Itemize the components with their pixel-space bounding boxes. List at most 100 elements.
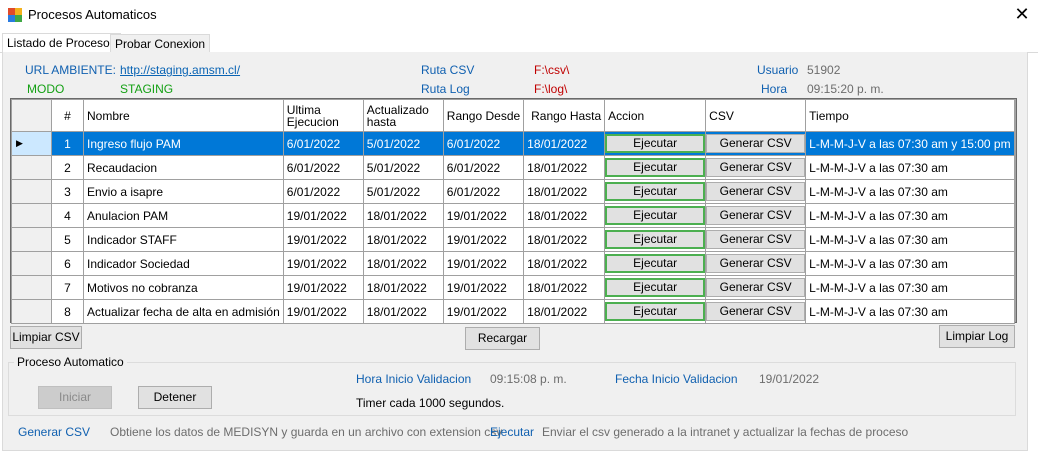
col-header-num[interactable]: # <box>51 99 84 132</box>
tab-probar-conexion[interactable]: Probar Conexion <box>110 34 211 53</box>
cell-tiempo[interactable]: L-M-M-J-V a las 07:30 am <box>805 299 1015 324</box>
row-header-cell[interactable]: ▶ <box>11 131 52 156</box>
col-header-tiempo[interactable]: Tiempo <box>805 99 1015 132</box>
cell-desde[interactable]: 19/01/2022 <box>442 299 525 324</box>
ejecutar-button[interactable]: Ejecutar <box>605 206 705 225</box>
cell-hasta[interactable]: 18/01/2022 <box>523 251 606 276</box>
ejecutar-button[interactable]: Ejecutar <box>605 158 705 177</box>
cell-num[interactable]: 4 <box>51 203 84 228</box>
cell-num[interactable]: 7 <box>51 275 84 300</box>
cell-tiempo[interactable]: L-M-M-J-V a las 07:30 am <box>805 251 1015 276</box>
table-row[interactable]: 5 Indicador STAFF 19/01/2022 18/01/2022 19/0… <box>11 227 1015 252</box>
cell-tiempo[interactable]: L-M-M-J-V a las 07:30 am <box>805 203 1015 228</box>
cell-desde[interactable]: 19/01/2022 <box>442 203 525 228</box>
cell-desde[interactable]: 6/01/2022 <box>442 179 525 204</box>
cell-nombre[interactable]: Anulacion PAM <box>83 203 284 228</box>
cell-hasta[interactable]: 18/01/2022 <box>523 227 606 252</box>
col-header-ultima-ejecucion[interactable]: Ultima Ejecucion <box>282 99 364 132</box>
cell-ultima[interactable]: 19/01/2022 <box>282 227 364 252</box>
iniciar-button[interactable]: Iniciar <box>38 386 112 409</box>
row-header-cell[interactable] <box>11 227 52 252</box>
cell-ultima[interactable]: 6/01/2022 <box>282 155 364 180</box>
cell-tiempo[interactable]: L-M-M-J-V a las 07:30 am <box>805 227 1015 252</box>
limpiar-log-button[interactable]: Limpiar Log <box>939 325 1015 348</box>
cell-hasta[interactable]: 18/01/2022 <box>523 131 606 156</box>
cell-num[interactable]: 3 <box>51 179 84 204</box>
ejecutar-button[interactable]: Ejecutar <box>605 182 705 201</box>
cell-desde[interactable]: 19/01/2022 <box>442 227 525 252</box>
cell-actualizado[interactable]: 18/01/2022 <box>362 227 444 252</box>
generar-csv-button[interactable]: Generar CSV <box>706 134 805 153</box>
cell-actualizado[interactable]: 5/01/2022 <box>362 131 444 156</box>
generar-csv-button[interactable]: Generar CSV <box>706 278 805 297</box>
cell-ultima[interactable]: 19/01/2022 <box>282 251 364 276</box>
table-row[interactable]: 8 Actualizar fecha de alta en admisión 19/… <box>11 299 1015 324</box>
cell-actualizado[interactable]: 18/01/2022 <box>362 275 444 300</box>
generar-csv-button[interactable]: Generar CSV <box>706 230 805 249</box>
close-icon[interactable]: ✕ <box>1012 4 1032 24</box>
cell-hasta[interactable]: 18/01/2022 <box>523 179 606 204</box>
cell-actualizado[interactable]: 5/01/2022 <box>362 155 444 180</box>
table-row[interactable]: ▶ 1 Ingreso flujo PAM 6/01/2022 5/01/2022 6/0… <box>11 131 1015 156</box>
cell-desde[interactable]: 6/01/2022 <box>442 155 525 180</box>
cell-num[interactable]: 1 <box>51 131 84 156</box>
cell-actualizado[interactable]: 18/01/2022 <box>362 299 444 324</box>
table-row[interactable]: 4 Anulacion PAM 19/01/2022 18/01/2022 19/01/… <box>11 203 1015 228</box>
row-header-cell[interactable] <box>11 155 52 180</box>
table-row[interactable]: 6 Indicador Sociedad 19/01/2022 18/01/2022 1… <box>11 251 1015 276</box>
cell-ultima[interactable]: 19/01/2022 <box>282 299 364 324</box>
generar-csv-button[interactable]: Generar CSV <box>706 206 805 225</box>
row-header-cell[interactable] <box>11 203 52 228</box>
cell-tiempo[interactable]: L-M-M-J-V a las 07:30 am <box>805 155 1015 180</box>
cell-num[interactable]: 6 <box>51 251 84 276</box>
tab-listado-procesos[interactable]: Listado de Procesos <box>2 33 121 53</box>
table-row[interactable]: 7 Motivos no cobranza 19/01/2022 18/01/2022… <box>11 275 1015 300</box>
row-header-cell[interactable] <box>11 275 52 300</box>
cell-num[interactable]: 2 <box>51 155 84 180</box>
cell-ultima[interactable]: 19/01/2022 <box>282 203 364 228</box>
generar-csv-button[interactable]: Generar CSV <box>706 302 805 321</box>
generar-csv-button[interactable]: Generar CSV <box>706 182 805 201</box>
ejecutar-button[interactable]: Ejecutar <box>605 230 705 249</box>
generar-csv-button[interactable]: Generar CSV <box>706 254 805 273</box>
col-header-csv[interactable]: CSV <box>705 99 807 132</box>
col-header-rango-desde[interactable]: Rango Desde <box>442 99 525 132</box>
cell-ultima[interactable]: 19/01/2022 <box>282 275 364 300</box>
ejecutar-button[interactable]: Ejecutar <box>605 134 705 153</box>
cell-nombre[interactable]: Actualizar fecha de alta en admisión <box>83 299 284 324</box>
cell-nombre[interactable]: Ingreso flujo PAM <box>83 131 284 156</box>
table-row[interactable]: 3 Envio a isapre 6/01/2022 5/01/2022 6/01/20… <box>11 179 1015 204</box>
cell-hasta[interactable]: 18/01/2022 <box>523 203 606 228</box>
cell-actualizado[interactable]: 5/01/2022 <box>362 179 444 204</box>
procesos-grid[interactable]: # Nombre Ultima Ejecucion Actualizado ha… <box>10 98 1017 324</box>
cell-num[interactable]: 5 <box>51 227 84 252</box>
row-header-cell[interactable] <box>11 251 52 276</box>
cell-desde[interactable]: 19/01/2022 <box>442 251 525 276</box>
cell-nombre[interactable]: Indicador Sociedad <box>83 251 284 276</box>
cell-actualizado[interactable]: 18/01/2022 <box>362 203 444 228</box>
cell-ultima[interactable]: 6/01/2022 <box>282 131 364 156</box>
cell-tiempo[interactable]: L-M-M-J-V a las 07:30 am <box>805 179 1015 204</box>
ejecutar-button[interactable]: Ejecutar <box>605 278 705 297</box>
cell-tiempo[interactable]: L-M-M-J-V a las 07:30 am y 15:00 pm <box>805 131 1015 156</box>
cell-nombre[interactable]: Envio a isapre <box>83 179 284 204</box>
recargar-button[interactable]: Recargar <box>465 327 540 350</box>
row-header-cell[interactable] <box>11 299 52 324</box>
ejecutar-button[interactable]: Ejecutar <box>605 254 705 273</box>
cell-nombre[interactable]: Motivos no cobranza <box>83 275 284 300</box>
generar-csv-button[interactable]: Generar CSV <box>706 158 805 177</box>
cell-nombre[interactable]: Recaudacion <box>83 155 284 180</box>
cell-nombre[interactable]: Indicador STAFF <box>83 227 284 252</box>
detener-button[interactable]: Detener <box>138 386 212 409</box>
col-header-accion[interactable]: Accion <box>604 99 707 132</box>
table-row[interactable]: 2 Recaudacion 6/01/2022 5/01/2022 6/01/2022 1… <box>11 155 1015 180</box>
cell-desde[interactable]: 6/01/2022 <box>442 131 525 156</box>
cell-desde[interactable]: 19/01/2022 <box>442 275 525 300</box>
cell-hasta[interactable]: 18/01/2022 <box>523 155 606 180</box>
cell-ultima[interactable]: 6/01/2022 <box>282 179 364 204</box>
col-header-rango-hasta[interactable]: Rango Hasta <box>523 99 606 132</box>
col-header-nombre[interactable]: Nombre <box>83 99 284 132</box>
col-header-actualizado-hasta[interactable]: Actualizado hasta <box>362 99 444 132</box>
limpiar-csv-button[interactable]: Limpiar CSV <box>10 326 82 349</box>
row-header-cell[interactable] <box>11 179 52 204</box>
